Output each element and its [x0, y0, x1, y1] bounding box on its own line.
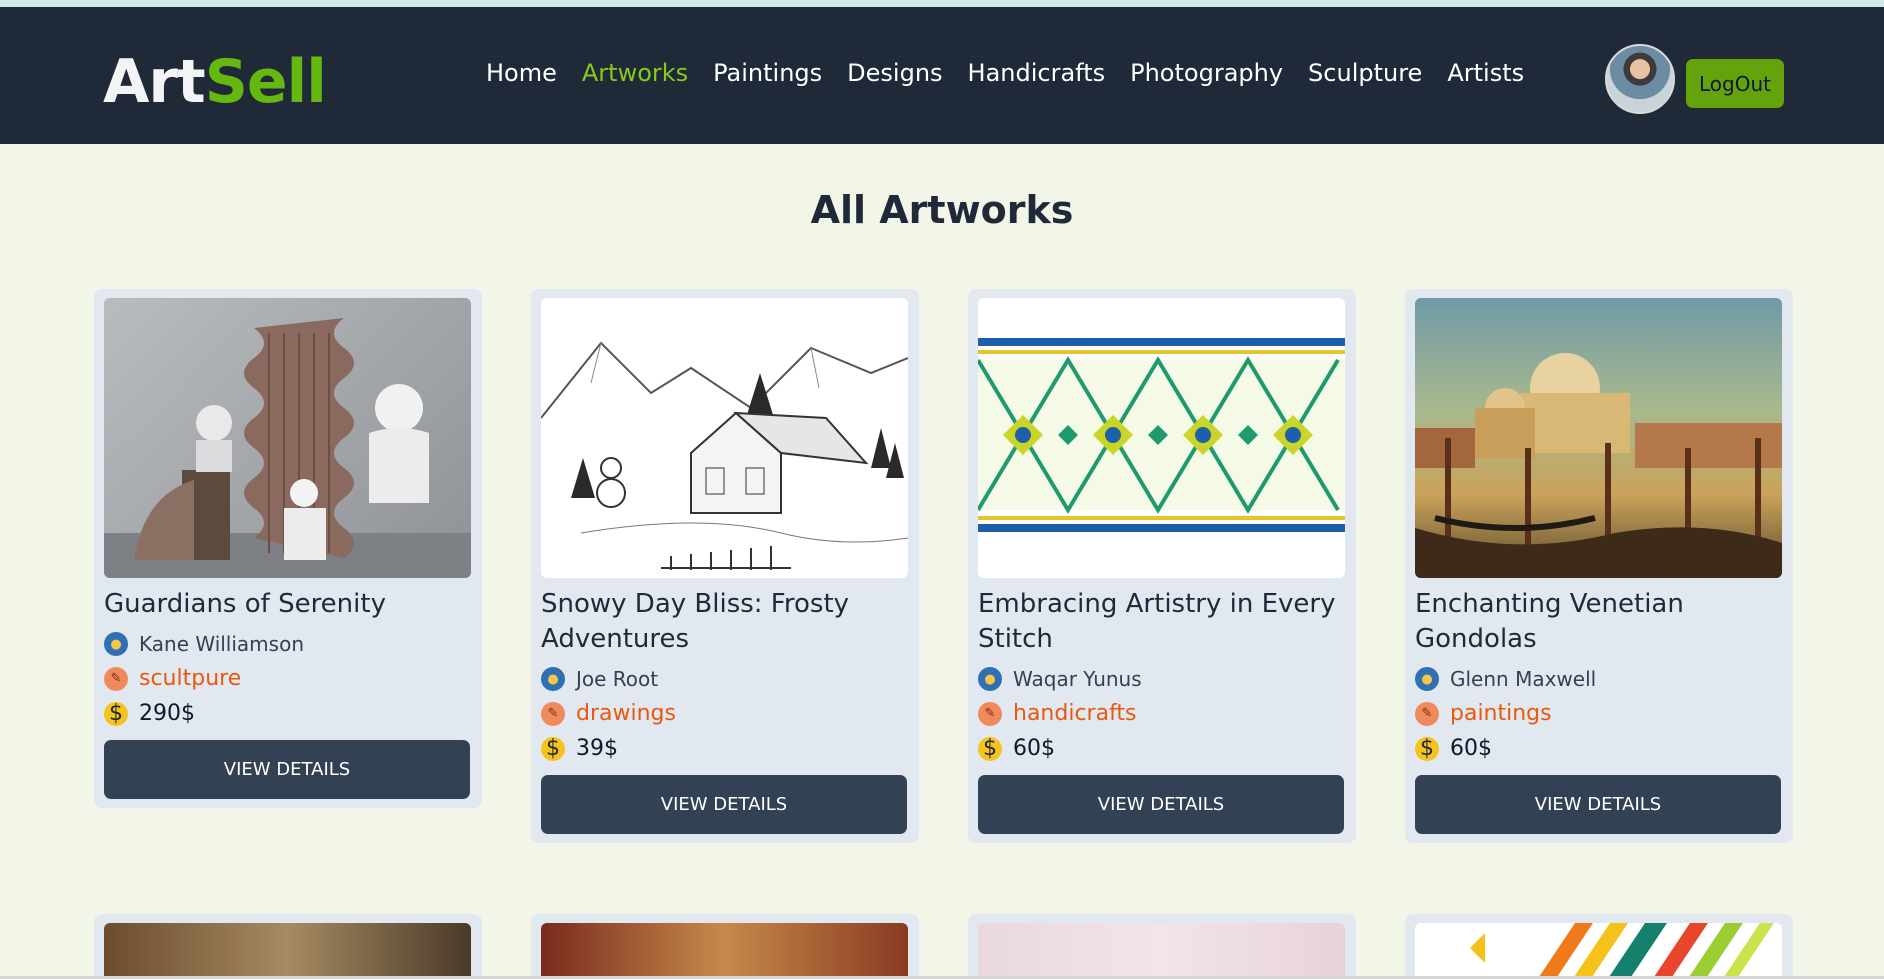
artist-badge-icon: ● — [104, 632, 128, 656]
artwork-image-partial — [1415, 923, 1782, 979]
artwork-price: $ 290$ — [104, 701, 472, 726]
artwork-artist: ● Kane Williamson — [104, 632, 472, 656]
nav-paintings[interactable]: Paintings — [713, 59, 822, 87]
artwork-category: ✎ scultpure — [104, 666, 472, 691]
artwork-artist: ● Waqar Yunus — [978, 667, 1346, 691]
user-avatar[interactable] — [1605, 44, 1675, 114]
view-details-button[interactable]: View Details — [541, 775, 907, 834]
coin-icon: $ — [1415, 736, 1439, 761]
nav-artworks[interactable]: Artworks — [582, 59, 688, 87]
view-details-button[interactable]: View Details — [1415, 775, 1781, 834]
artwork-image-sketch — [541, 298, 908, 578]
logout-button[interactable]: LogOut — [1686, 59, 1784, 108]
nav-artists[interactable]: Artists — [1447, 59, 1524, 87]
artwork-image-partial — [104, 923, 471, 979]
category-label: drawings — [576, 701, 676, 726]
artist-name: Glenn Maxwell — [1450, 667, 1597, 691]
artwork-title: Snowy Day Bliss: Frosty Adventures — [541, 589, 850, 654]
artist-badge-icon: ● — [1415, 667, 1439, 691]
palette-icon: ✎ — [1415, 701, 1439, 726]
view-details-button[interactable]: View Details — [104, 740, 470, 799]
artwork-artist: ● Joe Root — [541, 667, 909, 691]
price-value: 60$ — [1450, 736, 1492, 761]
palette-icon: ✎ — [978, 701, 1002, 726]
artwork-category: ✎ paintings — [1415, 701, 1783, 726]
artwork-image-venice — [1415, 298, 1782, 578]
nav-home[interactable]: Home — [486, 59, 557, 87]
category-label: handicrafts — [1013, 701, 1137, 726]
nav-photography[interactable]: Photography — [1130, 59, 1283, 87]
artwork-category: ✎ drawings — [541, 701, 909, 726]
artwork-card: Snowy Day Bliss: Frosty Adventures ● Joe… — [531, 289, 919, 843]
artwork-card: Embracing Artistry in Every Stitch ● Waq… — [968, 289, 1356, 843]
artwork-card-partial — [1405, 914, 1793, 979]
artwork-card: Guardians of Serenity ● Kane Williamson … — [94, 289, 482, 808]
artwork-image-embroidery — [978, 298, 1345, 578]
artwork-category: ✎ handicrafts — [978, 701, 1346, 726]
page-title: All Artworks — [810, 188, 1074, 232]
artist-badge-icon: ● — [541, 667, 565, 691]
nav-designs[interactable]: Designs — [847, 59, 942, 87]
category-label: paintings — [1450, 701, 1552, 726]
artwork-artist: ● Glenn Maxwell — [1415, 667, 1783, 691]
artwork-price: $ 60$ — [1415, 736, 1783, 761]
artist-name: Kane Williamson — [139, 632, 304, 656]
palette-icon: ✎ — [104, 666, 128, 691]
coin-icon: $ — [104, 701, 128, 726]
navbar: ArtSell Home Artworks Paintings Designs … — [0, 7, 1884, 144]
artwork-image-partial — [541, 923, 908, 979]
nav-handicrafts[interactable]: Handicrafts — [968, 59, 1106, 87]
nav-sculpture[interactable]: Sculpture — [1308, 59, 1422, 87]
artwork-price: $ 60$ — [978, 736, 1346, 761]
top-strip — [0, 0, 1884, 7]
artwork-card: Enchanting Venetian Gondolas ● Glenn Max… — [1405, 289, 1793, 843]
coin-icon: $ — [978, 736, 1002, 761]
price-value: 290$ — [139, 701, 195, 726]
price-value: 39$ — [576, 736, 618, 761]
logo-text-art: Art — [103, 47, 206, 117]
artwork-title: Enchanting Venetian Gondolas — [1415, 589, 1684, 654]
view-details-button[interactable]: View Details — [978, 775, 1344, 834]
artist-badge-icon: ● — [978, 667, 1002, 691]
coin-icon: $ — [541, 736, 565, 761]
artwork-price: $ 39$ — [541, 736, 909, 761]
artwork-title: Embracing Artistry in Every Stitch — [978, 589, 1336, 654]
price-value: 60$ — [1013, 736, 1055, 761]
artist-name: Waqar Yunus — [1013, 667, 1142, 691]
artwork-title: Guardians of Serenity — [104, 589, 386, 619]
artist-name: Joe Root — [576, 667, 659, 691]
palette-icon: ✎ — [541, 701, 565, 726]
artwork-image-sculpture — [104, 298, 471, 578]
artwork-image-partial — [978, 923, 1345, 979]
artwork-card-partial — [968, 914, 1356, 979]
artwork-card-partial — [531, 914, 919, 979]
artwork-card-partial — [94, 914, 482, 979]
category-label: scultpure — [139, 666, 242, 691]
site-logo[interactable]: ArtSell — [103, 47, 327, 117]
main-nav: Home Artworks Paintings Designs Handicra… — [486, 59, 1549, 87]
logo-text-sell: Sell — [204, 47, 327, 117]
